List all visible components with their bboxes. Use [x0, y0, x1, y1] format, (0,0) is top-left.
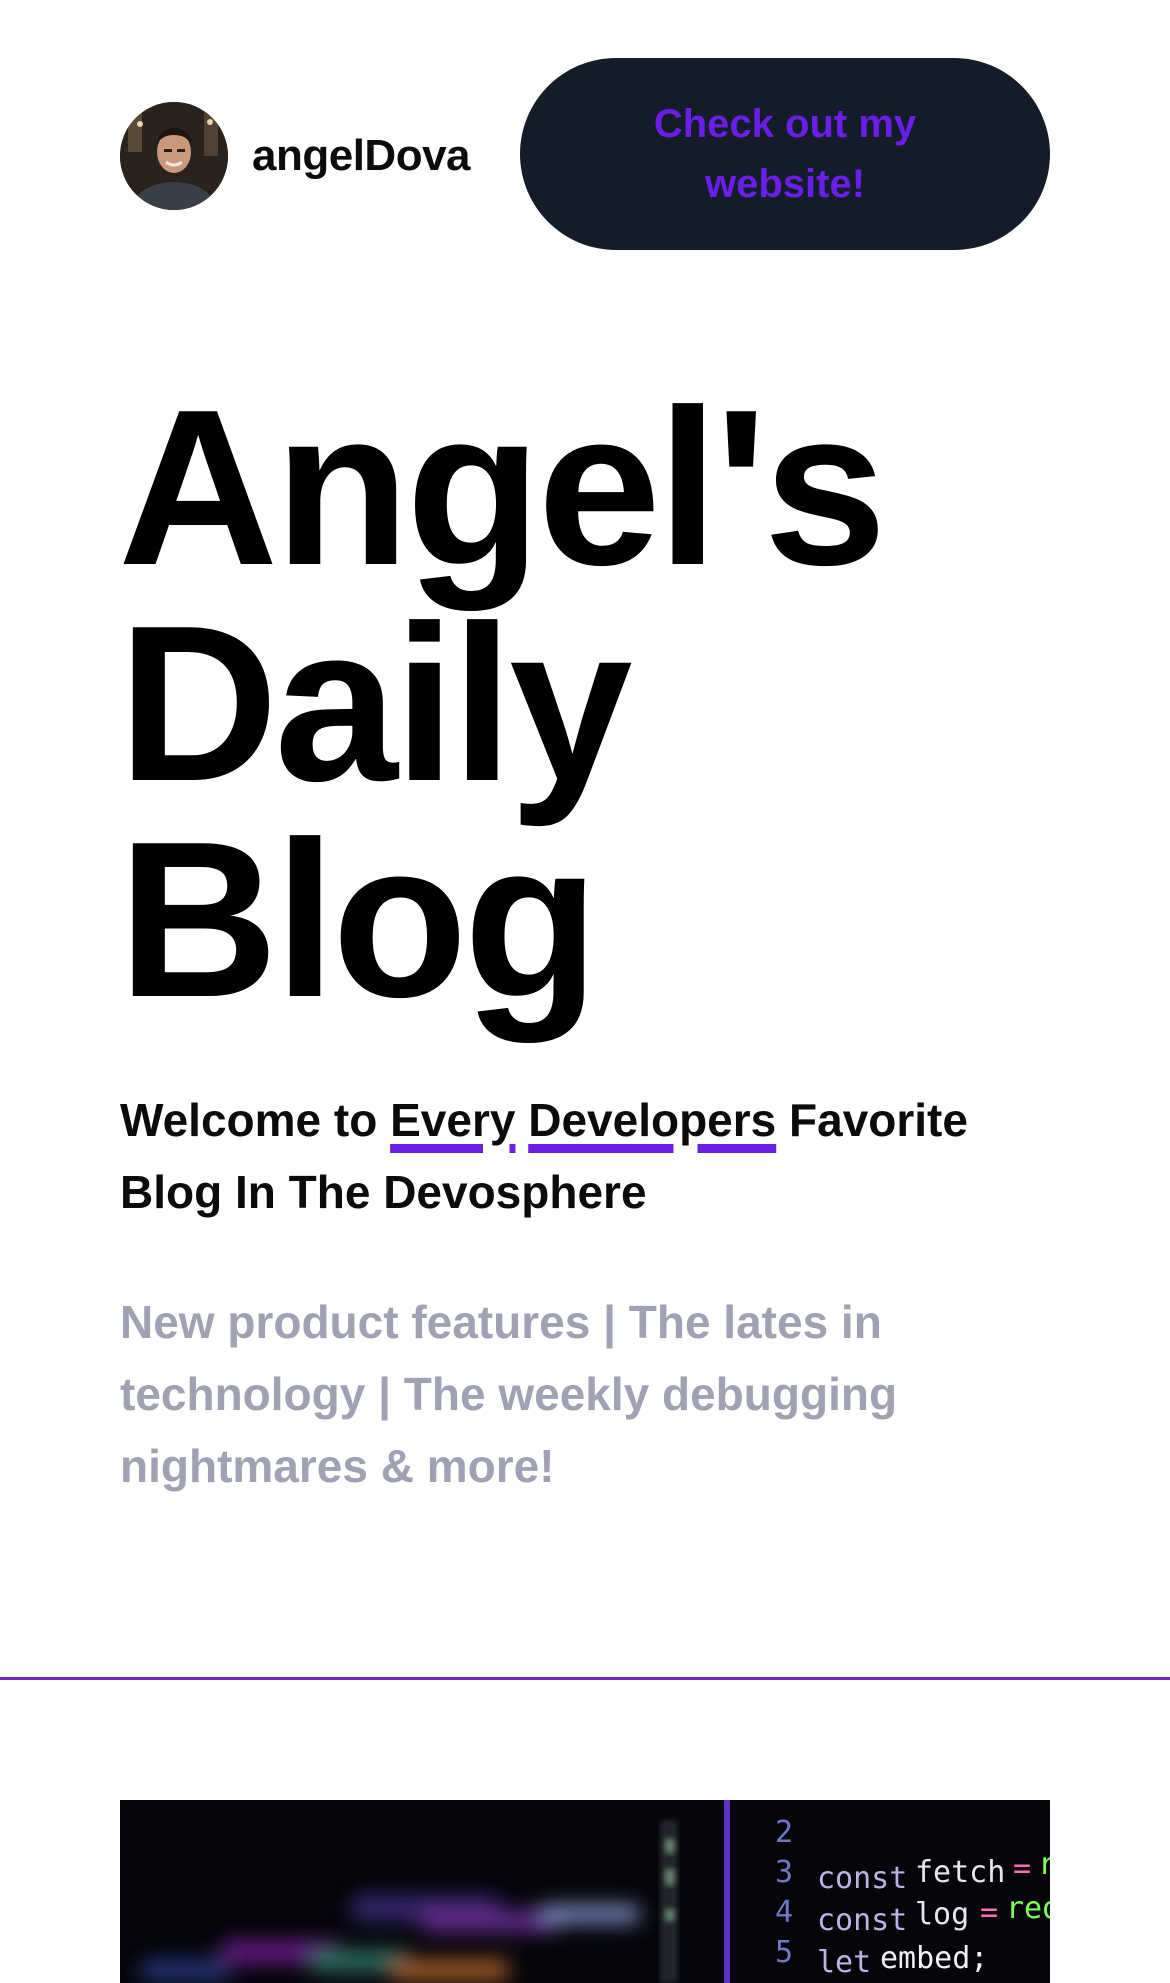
code-name-log: log: [915, 1897, 969, 1932]
featured-post-image[interactable]: 2 3 4 5 const fetch = requi const log = …: [120, 1800, 1050, 1983]
line-number-2: 2: [775, 1815, 793, 1850]
welcome-highlight-developers: Developers: [528, 1094, 777, 1146]
author-avatar[interactable]: [120, 102, 228, 210]
title-line-1: Angel's: [118, 364, 887, 612]
avatar-photo-icon: [120, 102, 228, 210]
blog-home-page: angelDova Check out my website! Angel's …: [0, 0, 1170, 1983]
author-name[interactable]: angelDova: [252, 131, 471, 181]
line-number-5: 5: [775, 1935, 793, 1970]
code-value-2: requir: [1006, 1891, 1050, 1926]
line-number-3: 3: [775, 1855, 793, 1890]
welcome-highlight-every: Every: [390, 1094, 516, 1146]
website-cta-button[interactable]: Check out my website!: [520, 58, 1050, 250]
page-title: Angel's Daily Blog: [118, 364, 887, 1044]
code-op-1: =: [1013, 1851, 1031, 1886]
blog-header: angelDova Check out my website!: [120, 58, 1050, 250]
title-line-3: Blog: [118, 796, 599, 1044]
blog-tagline: New product features | The lates in tech…: [120, 1296, 898, 1492]
section-divider: [0, 1677, 1170, 1680]
code-value-1: requi: [1038, 1847, 1050, 1882]
code-keyword-const-1: const: [817, 1861, 907, 1896]
code-op-2: =: [980, 1895, 998, 1930]
code-keyword-const-2: const: [817, 1903, 907, 1938]
code-keyword-let: let: [817, 1945, 871, 1980]
code-name-embed: embed;: [880, 1941, 988, 1976]
welcome-text-space: [515, 1094, 528, 1146]
author-link[interactable]: angelDova: [120, 102, 471, 210]
line-number-4: 4: [775, 1895, 793, 1930]
code-name-fetch: fetch: [915, 1855, 1005, 1890]
welcome-heading: Welcome to Every Developers Favorite Blo…: [120, 1084, 1050, 1228]
welcome-text-start: Welcome to: [120, 1094, 391, 1146]
title-line-2: Daily: [118, 580, 633, 828]
code-editor-image: 2 3 4 5 const fetch = requi const log = …: [120, 1800, 1050, 1983]
